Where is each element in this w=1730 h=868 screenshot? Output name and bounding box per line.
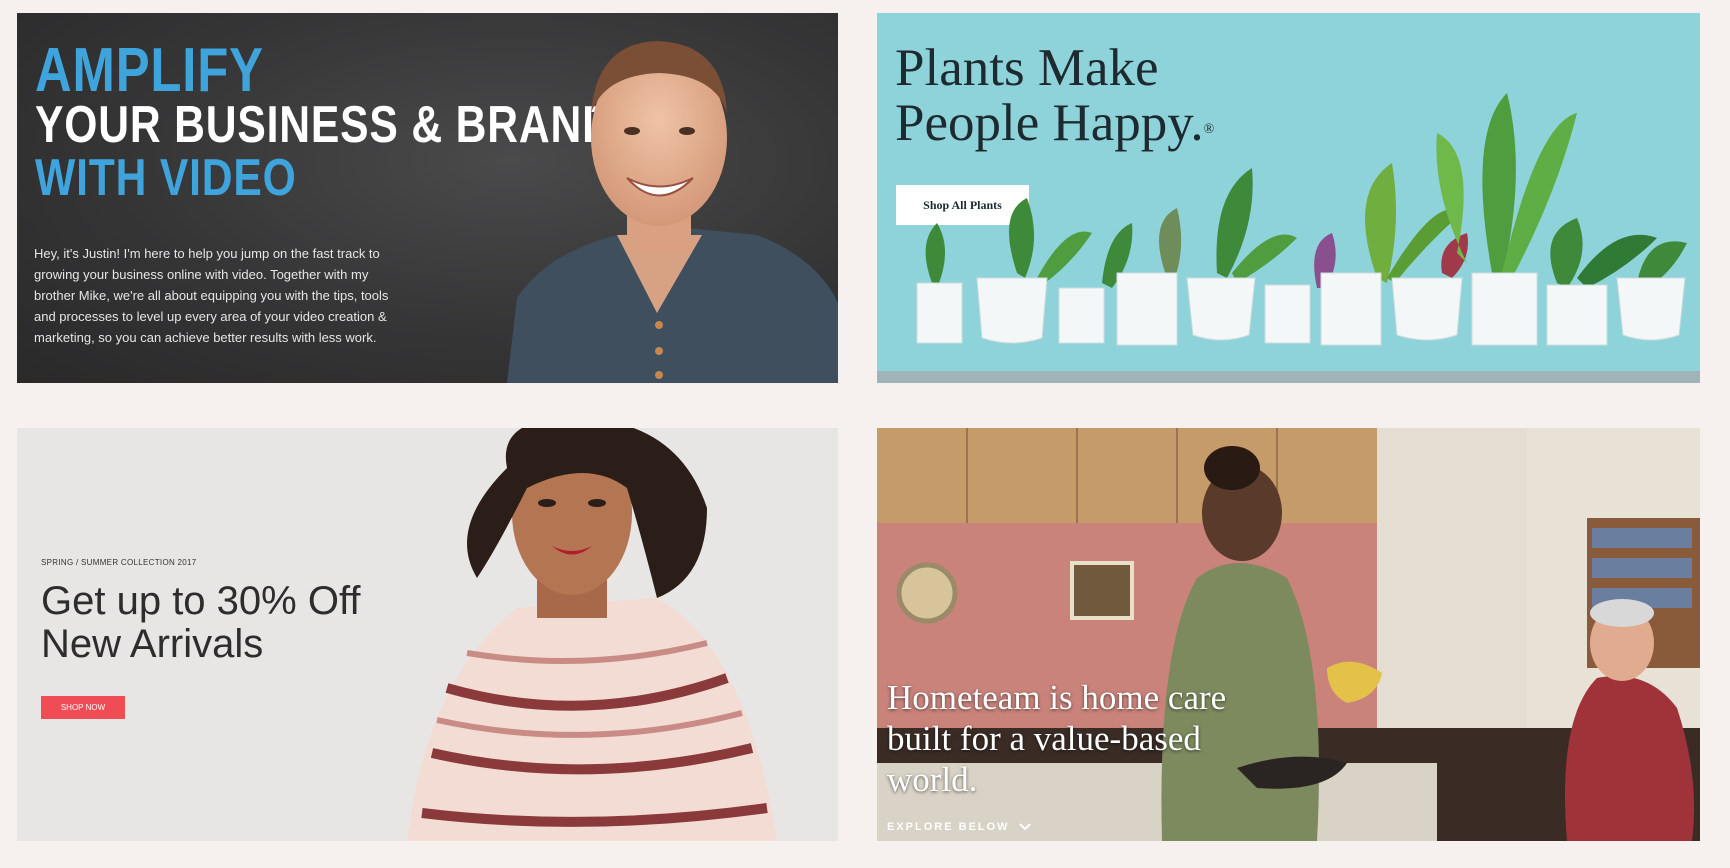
potted-plants-illustration	[916, 93, 1687, 346]
explore-below-label: EXPLORE BELOW	[887, 821, 1010, 833]
shelf	[877, 371, 1700, 383]
sale-headline-line: Get up to 30% Off	[41, 579, 361, 623]
intro-line: brother Mike, we're all about equipping …	[34, 288, 389, 303]
hometeam-headline: Hometeam is home care built for a value-…	[887, 677, 1327, 800]
hometeam-headline-line: world.	[887, 760, 978, 799]
intro-line: growing your business online with video.…	[34, 267, 369, 282]
intro-line: marketing, so you can achieve better res…	[34, 330, 377, 345]
hometeam-headline-line: built for a value-based	[887, 719, 1201, 758]
explore-below-link[interactable]: EXPLORE BELOW	[887, 821, 1031, 833]
intro-paragraph: Hey, it's Justin! I'm here to help you j…	[34, 243, 434, 348]
presenter-photo	[507, 41, 838, 383]
sale-headline: Get up to 30% Off New Arrivals	[41, 580, 360, 666]
model-photo	[407, 428, 777, 841]
sale-headline-line: New Arrivals	[41, 622, 264, 666]
shop-now-button[interactable]: SHOP NOW	[41, 696, 125, 719]
intro-line: and processes to level up every area of …	[34, 309, 387, 324]
hero-card-plants: Plants Make People Happy.® Shop All Plan…	[877, 13, 1700, 383]
hero-card-fashion: SPRING / SUMMER COLLECTION 2017 Get up t…	[17, 428, 838, 841]
chevron-down-icon	[1018, 823, 1031, 831]
collection-eyebrow: SPRING / SUMMER COLLECTION 2017	[41, 558, 197, 567]
headline-with-video: WITH VIDEO	[35, 149, 297, 207]
hero-card-amplify: AMPLIFY YOUR BUSINESS & BRAND WITH VIDEO…	[17, 13, 838, 383]
hero-card-hometeam: Hometeam is home care built for a value-…	[877, 428, 1700, 841]
hometeam-headline-line: Hometeam is home care	[887, 678, 1227, 717]
intro-line: Hey, it's Justin! I'm here to help you j…	[34, 246, 380, 261]
